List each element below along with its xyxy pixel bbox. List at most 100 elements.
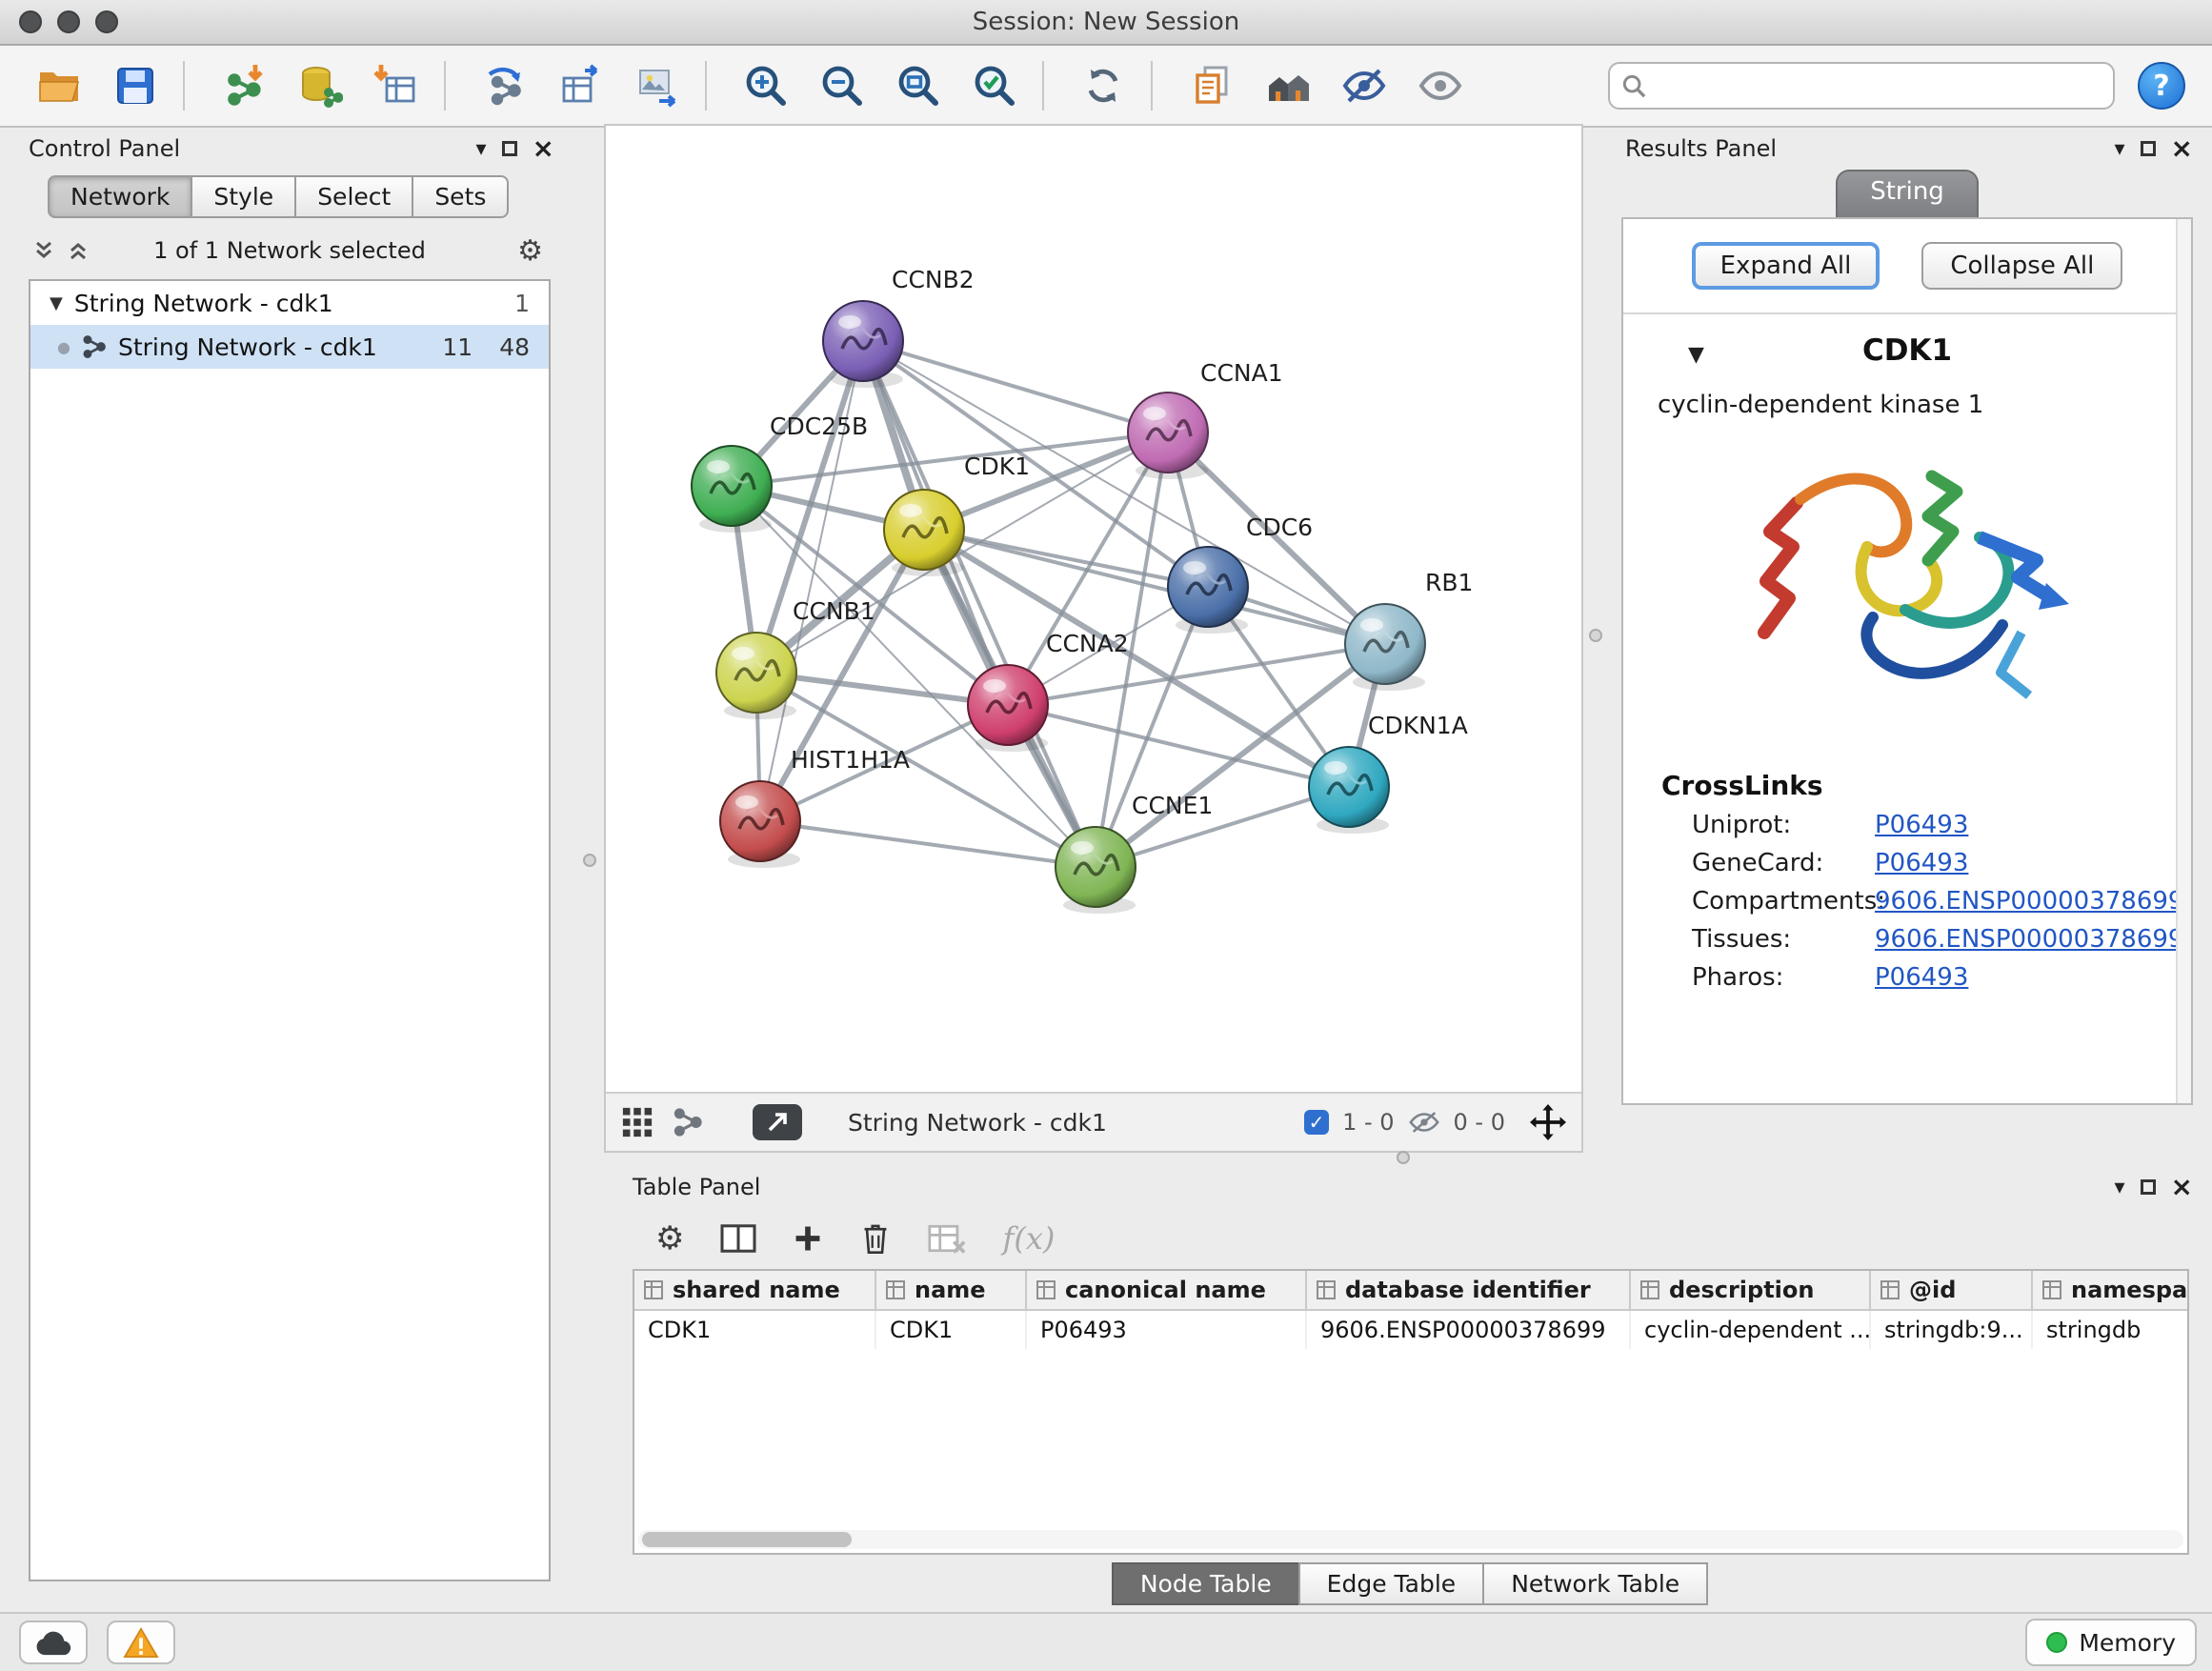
search-box — [1608, 62, 2115, 110]
crosslink-value-link[interactable]: P06493 — [1875, 849, 1968, 877]
network-row-selected[interactable]: ● String Network - cdk1 11 48 — [30, 325, 549, 369]
crosslink-value-link[interactable]: 9606.ENSP00000378699 — [1875, 925, 2183, 954]
show-all-button[interactable] — [1408, 53, 1473, 118]
network-edge[interactable] — [863, 341, 1168, 433]
zoom-in-button[interactable] — [734, 53, 798, 118]
warnings-button[interactable] — [107, 1621, 175, 1664]
tab-node-table[interactable]: Node Table — [1112, 1562, 1300, 1605]
column-header-name[interactable]: name — [876, 1271, 1027, 1309]
splitter-handle[interactable] — [1589, 629, 1602, 642]
open-in-browser-button[interactable] — [753, 1104, 802, 1140]
collapse-all-button[interactable]: Collapse All — [1921, 242, 2122, 290]
column-type-icon — [1036, 1280, 1056, 1299]
export-image-button[interactable] — [625, 53, 690, 118]
network-home-button[interactable] — [1256, 53, 1320, 118]
open-session-button[interactable] — [27, 53, 91, 118]
tab-select[interactable]: Select — [294, 175, 413, 218]
tab-string[interactable]: String — [1836, 170, 1979, 217]
tab-edge-table[interactable]: Edge Table — [1298, 1562, 1485, 1605]
save-session-button[interactable] — [103, 53, 168, 118]
show-columns-button[interactable] — [720, 1222, 756, 1255]
panel-menu-icon[interactable]: ▾ — [475, 137, 486, 161]
results-vertical-scrollbar[interactable] — [2176, 219, 2191, 1103]
column-header-description[interactable]: description — [1631, 1271, 1871, 1309]
expand-all-button[interactable]: Expand All — [1692, 242, 1880, 290]
network-node-CDC25B[interactable] — [692, 446, 772, 533]
column-header--id[interactable]: @id — [1871, 1271, 2033, 1309]
tab-style[interactable]: Style — [191, 175, 296, 218]
gene-section-header[interactable]: ▼ CDK1 — [1623, 333, 2191, 379]
column-header-label: name — [915, 1277, 986, 1303]
splitter-handle[interactable] — [583, 854, 596, 867]
network-edge[interactable] — [760, 821, 1096, 867]
network-view-title: String Network - cdk1 — [848, 1109, 1107, 1137]
table-options-gear-icon[interactable]: ⚙ — [655, 1219, 684, 1258]
network-node-CDK1[interactable] — [884, 490, 964, 576]
network-node-CDC6[interactable] — [1168, 547, 1248, 634]
create-column-button[interactable] — [793, 1223, 823, 1254]
zoom-fit-button[interactable] — [886, 53, 951, 118]
fit-content-button[interactable] — [1530, 1104, 1566, 1140]
copy-network-button[interactable] — [1179, 53, 1244, 118]
import-network-button[interactable] — [211, 53, 276, 118]
network-node-HIST1H1A[interactable] — [720, 781, 800, 868]
memory-button[interactable]: Memory — [2025, 1619, 2197, 1666]
panel-close-icon[interactable]: × — [2171, 1174, 2193, 1200]
network-options-gear-icon[interactable]: ⚙ — [517, 234, 543, 268]
network-canvas[interactable]: CCNB2CCNA1CDC25BCDK1CDC6RB1CCNB1CCNA2CDK… — [606, 126, 1581, 1092]
network-node-RB1[interactable] — [1345, 604, 1425, 691]
export-network-button[interactable] — [473, 53, 537, 118]
splitter-handle[interactable] — [1397, 1151, 1410, 1164]
crosslink-value-link[interactable]: P06493 — [1875, 811, 1968, 839]
crosslink-value-link[interactable]: P06493 — [1875, 963, 1968, 992]
column-header-shared-name[interactable]: shared name — [634, 1271, 876, 1309]
delete-column-button[interactable] — [859, 1221, 892, 1256]
results-panel-tabs: String — [1610, 170, 2204, 217]
column-header-database-identifier[interactable]: database identifier — [1307, 1271, 1631, 1309]
column-header-label: shared name — [673, 1277, 840, 1303]
selected-items-checkbox-icon[interactable]: ✓ — [1304, 1110, 1329, 1135]
zoom-out-button[interactable] — [810, 53, 875, 118]
panel-float-icon[interactable] — [2141, 1179, 2156, 1195]
panel-float-icon[interactable] — [2141, 141, 2156, 156]
network-node-CDKN1A[interactable] — [1309, 747, 1389, 834]
cloud-status-button[interactable] — [19, 1621, 88, 1664]
table-row[interactable]: CDK1CDK1P064939606.ENSP00000378699cyclin… — [634, 1311, 2189, 1349]
zoom-selected-button[interactable] — [962, 53, 1027, 118]
network-node-CCNE1[interactable] — [1056, 827, 1136, 914]
network-node-CCNB1[interactable] — [716, 633, 796, 719]
tab-sets[interactable]: Sets — [412, 175, 509, 218]
network-edge[interactable] — [863, 341, 1096, 867]
tab-network-table[interactable]: Network Table — [1482, 1562, 1708, 1605]
protein-structure-image[interactable] — [1623, 442, 2191, 743]
table-cell: cyclin-dependent ... — [1631, 1311, 1871, 1349]
column-header-namespace[interactable]: namespace — [2033, 1271, 2189, 1309]
crosslink-value-link[interactable]: 9606.ENSP00000378699 — [1875, 887, 2183, 916]
network-collection-row[interactable]: ▼ String Network - cdk1 1 — [30, 281, 549, 325]
import-table-from-database-button[interactable] — [288, 53, 352, 118]
export-table-button[interactable] — [549, 53, 613, 118]
network-node-CCNA2[interactable] — [968, 665, 1048, 752]
tree-caret-icon[interactable]: ▼ — [50, 293, 63, 313]
panel-menu-icon[interactable]: ▾ — [2114, 1176, 2124, 1199]
node-label-CCNA2: CCNA2 — [1046, 630, 1129, 657]
node-label-CCNE1: CCNE1 — [1132, 792, 1213, 819]
horizontal-scrollbar[interactable] — [638, 1530, 2183, 1549]
panel-close-icon[interactable]: × — [2171, 135, 2193, 162]
panel-close-icon[interactable]: × — [533, 135, 554, 162]
refresh-button[interactable] — [1071, 53, 1136, 118]
help-button[interactable]: ? — [2138, 62, 2185, 110]
hide-selected-button[interactable] — [1332, 53, 1397, 118]
search-input[interactable] — [1654, 70, 2101, 101]
import-table-button[interactable] — [364, 53, 429, 118]
birds-eye-view-button[interactable] — [621, 1106, 654, 1138]
network-edge[interactable] — [863, 341, 1385, 644]
column-header-canonical-name[interactable]: canonical name — [1027, 1271, 1307, 1309]
panel-float-icon[interactable] — [502, 141, 517, 156]
collapse-gene-icon[interactable]: ▼ — [1688, 343, 1704, 367]
network-node-CCNA1[interactable] — [1128, 393, 1208, 479]
tab-network[interactable]: Network — [48, 175, 192, 218]
panel-menu-icon[interactable]: ▾ — [2114, 137, 2124, 161]
network-type-button[interactable] — [673, 1107, 703, 1137]
scrollbar-thumb[interactable] — [642, 1532, 852, 1547]
